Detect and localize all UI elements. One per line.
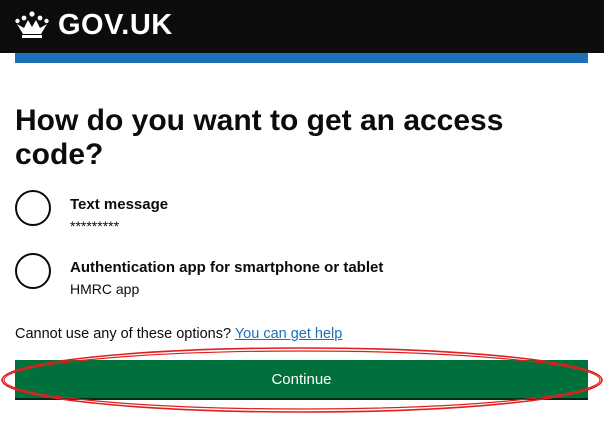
header-accent-bar (15, 53, 588, 63)
site-header: GOV.UK (0, 0, 604, 53)
radio-hint-hmrc-app: HMRC app (70, 281, 140, 297)
crown-icon (15, 11, 49, 38)
radio-button-text-message[interactable] (15, 190, 51, 226)
radio-label-text-message[interactable]: Text message (70, 196, 550, 214)
govuk-logo-text[interactable]: GOV.UK (58, 8, 173, 42)
radio-labels: Text message ********* (70, 196, 550, 235)
page-title: How do you want to get an access code? (15, 104, 504, 171)
get-help-link[interactable]: You can get help (235, 326, 343, 342)
radio-labels: Authentication app for smartphone or tab… (70, 259, 550, 298)
help-text-line: Cannot use any of these options? You can… (15, 325, 342, 343)
radio-option-auth-app[interactable]: Authentication app for smartphone or tab… (15, 253, 383, 297)
radio-label-auth-app[interactable]: Authentication app for smartphone or tab… (70, 259, 550, 277)
radio-hint-masked-number: ********* (70, 218, 120, 234)
help-text: Cannot use any of these options? (15, 326, 232, 342)
continue-button[interactable]: Continue (15, 360, 588, 398)
radio-option-text-message[interactable]: Text message ********* (15, 190, 168, 234)
radio-button-auth-app[interactable] (15, 253, 51, 289)
